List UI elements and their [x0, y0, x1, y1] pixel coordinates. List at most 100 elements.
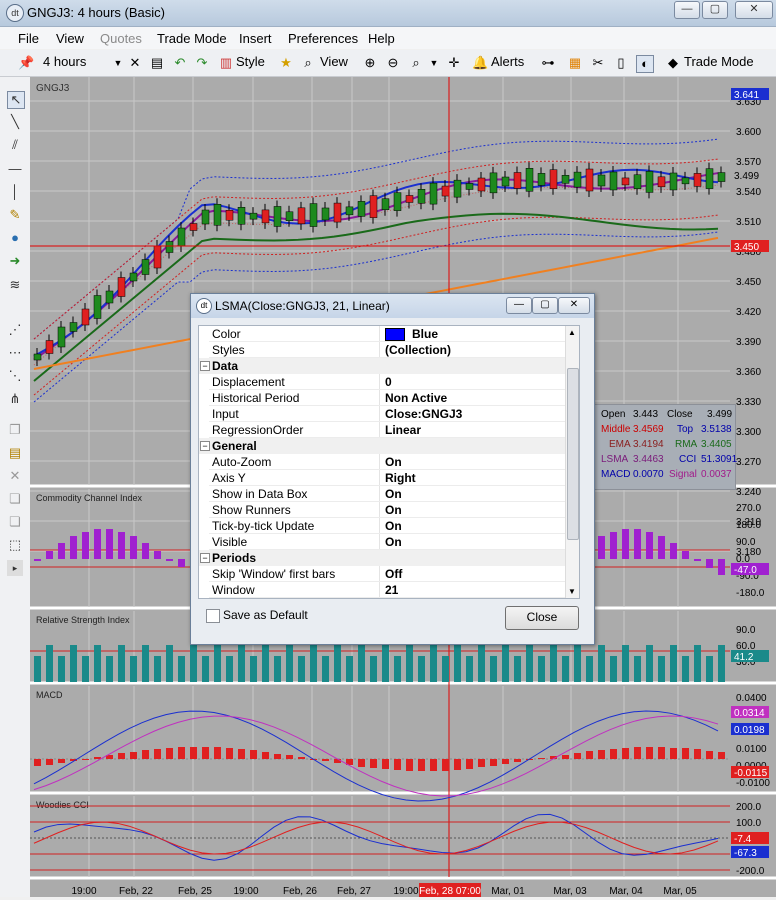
dialog-close-icon[interactable]: ✕ [558, 297, 590, 314]
rsi-bar[interactable] [514, 656, 521, 682]
candle[interactable] [189, 223, 198, 231]
candle[interactable] [93, 295, 102, 319]
candle[interactable] [669, 172, 678, 191]
candle[interactable] [345, 206, 354, 216]
macd-histogram-bar[interactable] [430, 759, 437, 771]
bell-icon[interactable]: 🔔 [472, 55, 488, 71]
candle[interactable] [621, 177, 630, 186]
candle[interactable] [177, 227, 186, 247]
maximize-button[interactable]: ▢ [702, 1, 728, 19]
macd-histogram-bar[interactable] [238, 749, 245, 759]
rsi-bar[interactable] [346, 656, 353, 682]
rsi-bar[interactable] [598, 645, 605, 682]
macd-histogram-bar[interactable] [154, 749, 161, 759]
rsi-bar[interactable] [610, 656, 617, 682]
chart-pane[interactable] [30, 686, 730, 792]
macd-histogram-bar[interactable] [226, 748, 233, 759]
rsi-bar[interactable] [682, 656, 689, 682]
undo-icon[interactable]: ↶ [172, 55, 188, 71]
candle[interactable] [297, 207, 306, 225]
property-value[interactable]: Close:GNGJ3 [385, 407, 462, 421]
save-as-default-checkbox[interactable] [206, 609, 220, 623]
cci-bar[interactable] [598, 536, 605, 559]
group-icon[interactable]: ❏ [7, 491, 23, 507]
cci-bar[interactable] [706, 559, 713, 568]
fibonacci-icon[interactable]: ⋯ [7, 345, 23, 361]
scroll-down-icon[interactable]: ▼ [568, 587, 576, 596]
cci-bar[interactable] [118, 532, 125, 559]
property-value[interactable]: On [385, 503, 402, 517]
candle[interactable] [549, 169, 558, 189]
collapse-icon[interactable]: − [200, 361, 210, 371]
dialog-maximize-button[interactable]: ▢ [532, 297, 558, 314]
pin-icon[interactable]: 📌 [18, 55, 34, 71]
arrow-icon[interactable]: ➜ [7, 253, 23, 269]
rsi-bar[interactable] [382, 645, 389, 682]
cci-bar[interactable] [34, 559, 41, 561]
crosshair-icon[interactable]: ✛ [446, 55, 462, 71]
scroll-up-icon[interactable]: ▲ [568, 328, 576, 337]
rsi-bar[interactable] [154, 656, 161, 682]
ungroup-icon[interactable]: ❏ [7, 514, 23, 530]
cci-bar[interactable] [178, 559, 185, 567]
candle[interactable] [237, 206, 246, 225]
candle[interactable] [405, 195, 414, 203]
rsi-bar[interactable] [46, 645, 53, 682]
macd-histogram-bar[interactable] [298, 757, 305, 759]
menu-trade-mode[interactable]: Trade Mode [157, 31, 227, 46]
rsi-bar[interactable] [94, 645, 101, 682]
rsi-bar[interactable] [322, 656, 329, 682]
rsi-bar[interactable] [550, 645, 557, 682]
wave-icon[interactable]: ≋ [7, 277, 23, 293]
candle[interactable] [417, 189, 426, 204]
rsi-bar[interactable] [202, 656, 209, 682]
candle[interactable] [477, 177, 486, 192]
rsi-bar[interactable] [214, 645, 221, 682]
cci-bar[interactable] [142, 543, 149, 559]
cci-bar[interactable] [634, 529, 641, 559]
chevron-down-icon[interactable]: ▼ [110, 55, 126, 71]
candle[interactable] [249, 212, 258, 220]
menu-help[interactable]: Help [368, 31, 395, 46]
template-icon[interactable]: ▤ [7, 445, 23, 461]
category-general[interactable]: − General [199, 438, 579, 454]
property-row[interactable]: Input Close:GNGJ3 [199, 406, 579, 422]
rsi-bar[interactable] [226, 656, 233, 682]
macd-histogram-bar[interactable] [130, 752, 137, 759]
macd-histogram-bar[interactable] [634, 747, 641, 759]
macd-histogram-bar[interactable] [418, 759, 425, 771]
candle[interactable] [105, 290, 114, 304]
macd-histogram-bar[interactable] [358, 759, 365, 767]
rsi-bar[interactable] [694, 645, 701, 682]
candle[interactable] [393, 192, 402, 211]
cci-bar[interactable] [58, 543, 65, 559]
chevron-down-icon[interactable]: ▼ [426, 55, 442, 71]
hierarchy-icon[interactable]: ⊶ [540, 55, 556, 71]
property-value[interactable]: (Collection) [385, 343, 451, 357]
property-value[interactable]: 0 [385, 375, 392, 389]
property-value[interactable]: Right [385, 471, 416, 485]
rsi-bar[interactable] [142, 645, 149, 682]
property-row[interactable]: Historical Period Non Active [199, 390, 579, 406]
macd-histogram-bar[interactable] [562, 755, 569, 759]
rsi-bar[interactable] [442, 656, 449, 682]
cci-bar[interactable] [682, 551, 689, 559]
candle[interactable] [57, 326, 66, 348]
rsi-bar[interactable] [454, 645, 461, 682]
candle[interactable] [645, 171, 654, 193]
property-value[interactable]: On [385, 519, 402, 533]
cci-bar[interactable] [82, 532, 89, 559]
rsi-bar[interactable] [34, 656, 41, 682]
delete-icon[interactable]: ✕ [127, 55, 143, 71]
candle[interactable] [309, 203, 318, 227]
property-row[interactable]: Show in Data Box On [199, 486, 579, 502]
cci-bar[interactable] [670, 543, 677, 559]
cci-bar[interactable] [694, 559, 701, 561]
property-row[interactable]: Axis Y Right [199, 470, 579, 486]
macd-histogram-bar[interactable] [190, 747, 197, 759]
cci-bar[interactable] [166, 559, 173, 561]
dialog-minimize-button[interactable]: — [506, 297, 532, 314]
menu-view[interactable]: View [56, 31, 84, 46]
macd-histogram-bar[interactable] [610, 749, 617, 759]
candle[interactable] [141, 259, 150, 275]
